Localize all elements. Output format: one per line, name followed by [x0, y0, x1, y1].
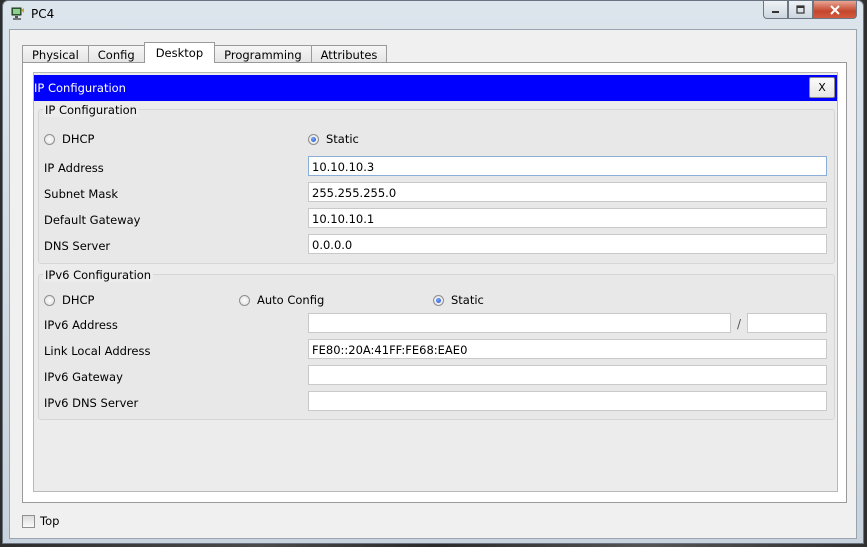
window-title: PC4: [31, 7, 55, 21]
ipv6-dns-server-field[interactable]: [308, 391, 827, 411]
ip-address-field[interactable]: 10.10.10.3: [308, 156, 827, 176]
ipv6-dhcp-label: DHCP: [62, 293, 95, 307]
subnet-mask-label: Subnet Mask: [44, 187, 119, 201]
subnet-mask-field[interactable]: 255.255.255.0: [308, 182, 827, 202]
dialog-title: IP Configuration: [34, 81, 126, 95]
checkbox-icon: [22, 514, 35, 528]
ipv6-gateway-label: IPv6 Gateway: [44, 370, 123, 384]
tab-bar: Physical Config Desktop Programming Attr…: [22, 42, 388, 63]
ipv6-group-title: IPv6 Configuration: [43, 268, 154, 282]
window-titlebar[interactable]: PC4: [3, 1, 863, 27]
radio-on-icon: [433, 294, 444, 306]
radio-on-icon: [308, 133, 319, 145]
ipv4-dhcp-radio[interactable]: DHCP: [44, 132, 94, 146]
ipv6-static-radio[interactable]: Static: [433, 293, 484, 307]
pc4-window: PC4 Physical Config Desktop Programming …: [2, 0, 864, 544]
default-gateway-label: Default Gateway: [44, 213, 141, 227]
ipv6-dhcp-radio[interactable]: DHCP: [44, 293, 94, 307]
ipv6-group: IPv6 Configuration DHCP Auto Config Stat…: [38, 268, 835, 420]
window-client: Physical Config Desktop Programming Attr…: [9, 29, 857, 539]
link-local-address-field[interactable]: FE80::20A:41FF:FE68:EAE0: [308, 339, 827, 359]
link-local-address-label: Link Local Address: [44, 344, 151, 358]
ip-address-label: IP Address: [44, 161, 104, 175]
close-icon: [830, 4, 840, 15]
tab-attributes[interactable]: Attributes: [310, 45, 388, 63]
top-checkbox[interactable]: Top: [22, 514, 59, 528]
radio-off-icon: [44, 294, 55, 306]
ipv6-gateway-field[interactable]: [308, 365, 827, 385]
maximize-icon: [796, 5, 805, 14]
radio-off-icon: [239, 294, 250, 306]
ipv6-prefix-field[interactable]: [747, 313, 827, 333]
pc-icon: [11, 7, 24, 20]
ip-configuration-dialog: IP Configuration X IP Configuration DHCP…: [33, 72, 838, 492]
tab-programming[interactable]: Programming: [214, 45, 312, 63]
ipv6-address-label: IPv6 Address: [44, 318, 118, 332]
radio-off-icon: [44, 133, 55, 145]
desktop-tab-page: IP Configuration X IP Configuration DHCP…: [22, 62, 847, 503]
dns-server-label: DNS Server: [44, 239, 111, 253]
minimize-button[interactable]: [763, 1, 788, 19]
default-gateway-field[interactable]: 10.10.10.1: [308, 208, 827, 228]
ipv4-dhcp-label: DHCP: [62, 132, 95, 146]
close-button[interactable]: [813, 1, 857, 19]
ipv6-auto-config-label: Auto Config: [257, 293, 325, 307]
tab-desktop[interactable]: Desktop: [143, 42, 216, 63]
ipv4-static-radio[interactable]: Static: [308, 132, 359, 146]
dialog-titlebar: IP Configuration X: [34, 75, 837, 101]
tab-physical[interactable]: Physical: [22, 45, 89, 63]
window-controls: [763, 1, 857, 20]
ipv4-group: IP Configuration DHCP Static IP Address …: [38, 103, 835, 264]
top-checkbox-label: Top: [40, 514, 60, 528]
tab-config[interactable]: Config: [87, 45, 145, 63]
ipv4-group-title: IP Configuration: [43, 103, 139, 117]
maximize-button[interactable]: [788, 1, 813, 19]
ipv6-dns-server-label: IPv6 DNS Server: [44, 396, 139, 410]
prefix-separator: /: [737, 317, 742, 331]
ipv6-auto-config-radio[interactable]: Auto Config: [239, 293, 324, 307]
dialog-close-button[interactable]: X: [809, 77, 835, 98]
ipv6-address-field[interactable]: [308, 313, 731, 333]
minimize-icon: [772, 11, 779, 13]
ipv6-static-label: Static: [451, 293, 484, 307]
ipv4-static-label: Static: [326, 132, 359, 146]
dns-server-field[interactable]: 0.0.0.0: [308, 234, 827, 254]
